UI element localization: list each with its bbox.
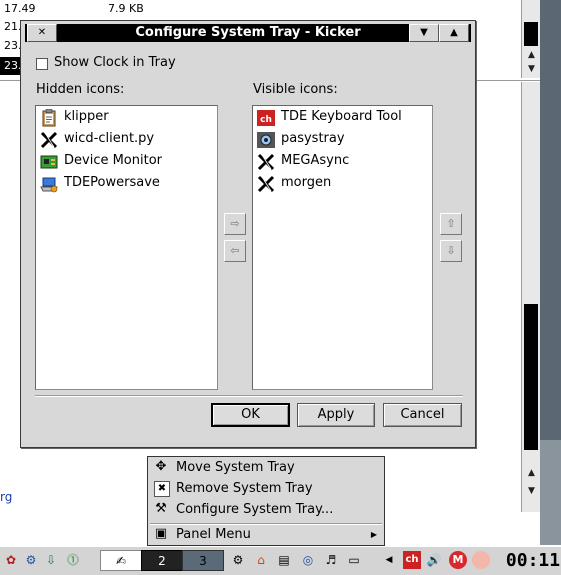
item-label: MEGAsync	[281, 153, 350, 168]
tools-icon: ⚒	[155, 501, 167, 516]
show-clock-checkbox[interactable]	[36, 58, 48, 70]
window-title: Configure System Tray - Kicker	[135, 25, 361, 40]
desktop-background	[540, 0, 561, 545]
taskbar: ✿ ⚙ ⇩ ⓵ ✍ 2 3 ⚙ ⌂ ▤ ◎ ♬ ▭ ◀ ch 🔊 M 00:11	[0, 546, 561, 575]
desktop-3-button[interactable]: 3	[182, 550, 224, 571]
cancel-button[interactable]: Cancel	[383, 403, 462, 427]
tray-context-menu: ✥ Move System Tray ✖ Remove System Tray …	[147, 456, 385, 546]
item-label: morgen	[281, 175, 332, 190]
laptop-power-icon	[40, 177, 58, 193]
menu-item-label: Move System Tray	[176, 460, 295, 475]
menu-item-panel-menu[interactable]: ▣ Panel Menu ▶	[149, 524, 383, 545]
keyboard-layout-icon: ch	[257, 110, 275, 126]
speaker-icon	[257, 132, 275, 148]
menu-item-remove[interactable]: ✖ Remove System Tray	[149, 478, 383, 499]
tray-arrow-icon[interactable]: ◀	[384, 551, 394, 569]
keyboard-layout-tray-icon[interactable]: ch	[403, 551, 421, 569]
scroll-down-arrow[interactable]: ▼	[522, 484, 541, 498]
show-desktop-icon[interactable]: ▭	[345, 551, 363, 569]
menu-item-configure[interactable]: ⚒ Configure System Tray...	[149, 499, 383, 520]
menu-item-label: Configure System Tray...	[176, 502, 334, 517]
desktop-number: 3	[199, 554, 207, 568]
speaker-tray-icon[interactable]: 🔊	[425, 551, 443, 569]
close-icon[interactable]: ✕	[27, 24, 57, 42]
download-icon[interactable]: ⇩	[42, 551, 60, 569]
apply-button[interactable]: Apply	[297, 403, 375, 427]
volume-icon[interactable]: ♬	[322, 551, 340, 569]
item-label: wicd-client.py	[64, 131, 155, 146]
separator	[35, 395, 463, 397]
title-bar[interactable]: ✕ Configure System Tray - Kicker ▼ ▲	[25, 24, 471, 42]
hidden-icons-list[interactable]: klipper wicd-client.py Device Monitor TD…	[35, 105, 218, 390]
network-icon[interactable]: ⚙	[22, 551, 40, 569]
panel-icon: ▣	[154, 526, 168, 541]
file-time: 17.49	[4, 2, 36, 15]
home-icon[interactable]: ⌂	[252, 551, 270, 569]
item-label: TDEPowersave	[64, 175, 160, 190]
scrollbar-top[interactable]: ▲ ▼	[521, 0, 541, 78]
item-label: klipper	[64, 109, 109, 124]
clipboard-tray-icon[interactable]: ▤	[275, 551, 293, 569]
desktop-number: 2	[158, 554, 166, 568]
menu-item-move[interactable]: ✥ Move System Tray	[149, 457, 383, 478]
visible-icons-label: Visible icons:	[253, 82, 338, 97]
update-icon[interactable]: ⓵	[64, 551, 82, 569]
item-label: pasystray	[281, 131, 345, 146]
item-label: TDE Keyboard Tool	[281, 109, 402, 124]
desktop-2-button[interactable]: 2	[141, 550, 183, 571]
clipboard-icon	[42, 109, 56, 127]
scroll-down-arrow[interactable]: ▼	[522, 62, 541, 76]
settings-icon[interactable]: ⚙	[229, 551, 247, 569]
mega-tray-icon[interactable]: M	[449, 551, 467, 569]
move-icon: ✥	[155, 459, 167, 474]
item-label: Device Monitor	[64, 153, 163, 168]
move-right-icon[interactable]: ⇨	[224, 213, 246, 235]
file-size: 7.9 KB	[108, 2, 144, 15]
ok-button[interactable]: OK	[211, 403, 290, 427]
menu-item-label: Remove System Tray	[176, 481, 313, 496]
maximize-icon[interactable]: ▲	[439, 24, 469, 42]
scrollbar-thumb[interactable]	[524, 22, 538, 46]
scrollbar-bottom[interactable]: ▲ ▼	[521, 82, 541, 512]
scrollbar-thumb[interactable]	[524, 304, 538, 450]
remove-icon: ✖	[154, 481, 170, 497]
scroll-up-arrow[interactable]: ▲	[522, 466, 541, 480]
app-menu-icon[interactable]: ✿	[2, 551, 20, 569]
browser-icon[interactable]: ◎	[299, 551, 317, 569]
menu-item-label: Panel Menu	[176, 527, 251, 542]
desktop-1-button[interactable]: ✍	[100, 550, 142, 571]
move-left-icon[interactable]: ⇦	[224, 240, 246, 262]
file-time: 23.	[4, 59, 22, 72]
file-time: 21.	[4, 20, 22, 33]
hidden-icons-label: Hidden icons:	[36, 82, 125, 97]
show-clock-label[interactable]: Show Clock in Tray	[54, 55, 176, 70]
background-link[interactable]: rg	[0, 490, 12, 504]
device-board-icon	[40, 155, 58, 169]
clock[interactable]: 00:11	[505, 549, 561, 572]
shade-icon[interactable]: ▼	[409, 24, 439, 42]
x-icon	[257, 153, 275, 171]
file-time: 23.	[4, 39, 22, 52]
move-up-icon[interactable]: ⇧	[440, 213, 462, 235]
submenu-arrow-icon: ▶	[370, 530, 377, 539]
morgen-tray-icon[interactable]	[472, 551, 490, 569]
move-down-icon[interactable]: ⇩	[440, 240, 462, 262]
x-icon	[40, 131, 58, 149]
scroll-up-arrow[interactable]: ▲	[522, 48, 541, 62]
pager-app-icon: ✍	[115, 554, 127, 568]
visible-icons-list[interactable]: ch TDE Keyboard Tool pasystray MEGAsync …	[252, 105, 433, 390]
x-icon	[257, 175, 275, 193]
svg-text:ch: ch	[260, 115, 272, 125]
configure-tray-dialog: ✕ Configure System Tray - Kicker ▼ ▲ Sho…	[20, 20, 476, 448]
